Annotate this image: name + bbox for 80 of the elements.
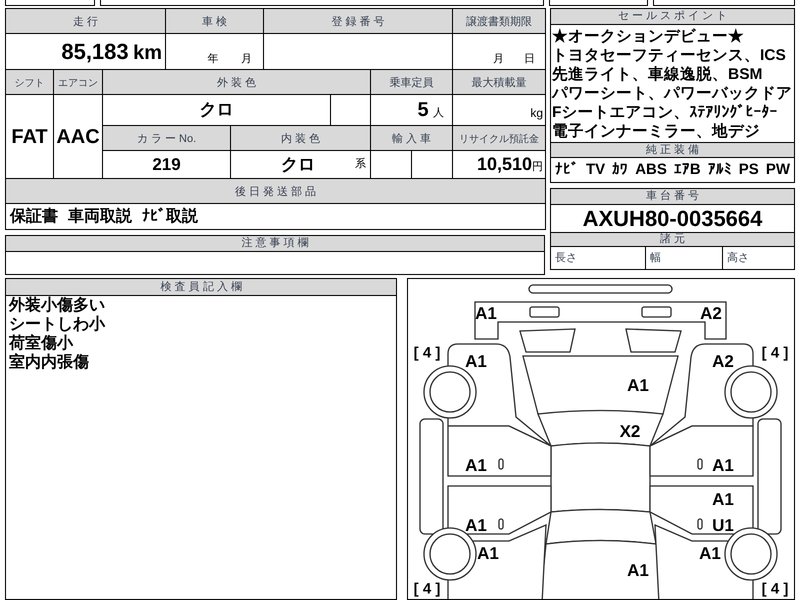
damage-code: A1 [628,376,650,396]
equipment-item: ｱﾙﾐ [708,160,732,180]
sales-point-line: トヨタセーフティーセンス、ICS [552,46,787,65]
field-label: 登 録 番 号 [331,16,385,28]
unit-label: 日 [524,52,536,66]
damage-code: A1 [466,456,488,476]
sales-point-line: ★オークションデビュー★ [552,27,745,46]
color-value: クロ [281,154,315,176]
section-title: 後 日 発 送 部 品 [234,186,316,198]
field-label: リサイクル預託金 [459,134,540,145]
unit-label: km [133,42,162,64]
fee-value: 10,510 [476,154,532,174]
section-title: セ ー ル ス ポ イ ン ト [551,9,794,25]
damage-code: A2 [712,352,734,372]
sales-point-line: 電子インナーミラー、地デジ [552,122,761,141]
sales-point-line: Fシートエアコン、ｽﾃｱﾘﾝｸﾞﾋｰﾀｰ [552,103,778,122]
field-label: カ ラ ー No. [136,133,196,145]
field-label: 車 検 [202,16,228,28]
field-label: シフト [14,78,44,89]
spec-label: 高さ [727,250,749,266]
section-title: 車 台 番 号 [551,189,794,205]
damage-code: A1 [712,456,734,476]
damage-code: A1 [700,544,722,564]
field-label: 外 装 色 [216,77,256,89]
unit-label: 人 [433,107,444,119]
field-label: 内 装 色 [280,133,320,145]
sales-point-line: パワーシート、パワーバックドア [552,84,793,103]
spec-label: 幅 [650,250,661,266]
damage-code: A1 [478,544,500,564]
field-label: 譲渡書類期限 [466,16,532,28]
chassis-number: AXUH80-0035664 [582,205,764,232]
capacity-value: 5 [417,99,429,121]
equipment-item: ｴｱB [674,160,701,180]
damage-code: A1 [466,352,488,372]
unit-label: 月 [240,52,252,66]
equipment-item: PS [738,160,759,180]
color-number-value: 219 [152,154,181,174]
inspector-note: 外装小傷多い [9,296,106,315]
inspector-note: シートしわ小 [9,315,106,334]
damage-code: X2 [620,422,641,442]
field-label: 乗車定員 [390,77,434,89]
damage-code: A1 [628,561,650,580]
damage-code: A1 [712,490,734,510]
tire-tread-mark: [ 4 ] [762,344,789,362]
equipment-item: TV [586,160,606,180]
inspector-note: 室内内張傷 [9,353,90,372]
inspector-note: 荷室傷小 [9,334,74,353]
field-label: 最大積載量 [472,77,527,89]
equipment-item: ﾅﾋﾞ [555,160,579,180]
unit-label: 系 [355,156,366,172]
tire-tread-mark: [ 4 ] [414,580,441,598]
field-label: エアコン [58,78,98,89]
sales-point-line: 先進ライト、車線逸脱、BSM [552,65,764,84]
parts-item: 保証書 [10,206,58,226]
equipment-item: PW [766,160,790,180]
unit-label: kg [530,106,544,120]
unit-label: 年 [207,52,218,66]
tire-tread-mark: [ 4 ] [414,344,441,362]
damage-code: A1 [466,516,488,536]
section-title: 注 意 事 項 欄 [6,236,544,252]
color-value: クロ [200,100,234,119]
unit-label: 円 [532,161,544,173]
spec-label: 長さ [555,250,577,266]
section-title: 検 査 員 記 入 欄 [6,279,396,296]
shift-value: FAT [11,126,48,148]
mileage-value: 85,183 [61,39,129,64]
tire-tread-mark: [ 4 ] [762,580,789,598]
damage-code: A1 [476,304,498,324]
equipment-item: ABS [635,160,667,180]
parts-item: ﾅﾋﾞ取説 [142,206,198,226]
section-title: 純 正 装 備 [551,142,794,158]
field-label: 走 行 [72,16,98,28]
damage-code: A2 [700,304,722,324]
field-label: 輸 入 車 [392,133,432,145]
section-title: 諸 元 [551,232,794,247]
parts-item: 車両取説 [68,206,132,226]
aircon-value: AAC [56,126,100,148]
equipment-item: ｶﾜ [612,160,628,180]
unit-label: 月 [493,52,504,66]
damage-code: U1 [712,516,734,536]
